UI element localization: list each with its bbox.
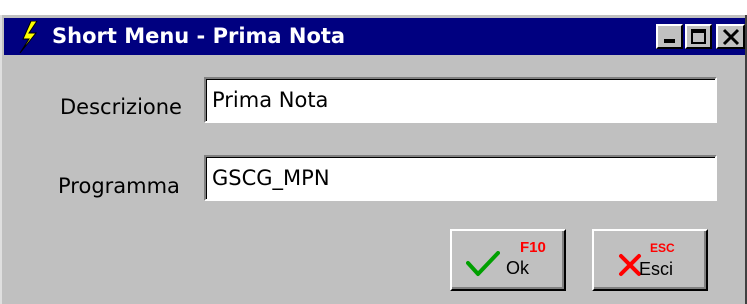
descrizione-field[interactable] — [204, 77, 717, 123]
minimize-button[interactable] — [656, 24, 683, 49]
programma-input[interactable] — [212, 157, 709, 199]
esci-button[interactable]: ESC Esci — [592, 229, 708, 291]
programma-label: Programma — [58, 174, 180, 198]
ok-button[interactable]: F10 Ok — [450, 229, 566, 291]
ok-hotkey: F10 — [520, 239, 546, 256]
close-icon — [722, 28, 740, 46]
ok-label: Ok — [506, 258, 530, 278]
maximize-icon — [691, 29, 706, 44]
close-button[interactable] — [716, 24, 745, 49]
short-menu-window: Short Menu - Prima Nota Descrizione Prog… — [0, 15, 747, 304]
title-bar[interactable]: Short Menu - Prima Nota — [4, 18, 745, 55]
window-title: Short Menu - Prima Nota — [52, 24, 346, 48]
minimize-icon — [664, 39, 675, 43]
esci-label: Esci — [639, 259, 674, 279]
descrizione-input[interactable] — [212, 79, 709, 121]
maximize-button[interactable] — [685, 24, 712, 49]
lightning-bolt-icon — [19, 21, 38, 53]
programma-field[interactable] — [204, 155, 717, 201]
checkmark-icon — [466, 251, 500, 276]
esci-hotkey: ESC — [650, 241, 675, 255]
descrizione-label: Descrizione — [60, 95, 182, 119]
